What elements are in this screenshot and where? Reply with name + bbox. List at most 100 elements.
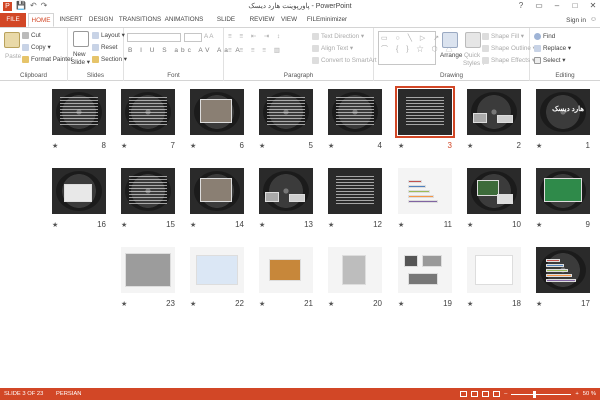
slide-thumbnail[interactable] [259, 247, 313, 293]
align-text-button[interactable]: Align Text ▾ [312, 45, 353, 52]
reset-button[interactable]: Reset [92, 44, 117, 51]
zoom-out-icon[interactable]: – [504, 388, 507, 400]
layout-button[interactable]: Layout ▾ [92, 32, 125, 39]
normal-view-icon[interactable] [460, 391, 468, 397]
transition-star-icon[interactable]: ★ [259, 300, 265, 308]
cut-button[interactable]: Cut [22, 32, 41, 39]
slide-sorter-view-icon[interactable] [471, 391, 479, 397]
slide-thumbnail[interactable] [52, 168, 106, 214]
reading-view-icon[interactable] [482, 391, 490, 397]
transition-star-icon[interactable]: ★ [536, 300, 542, 308]
sign-in-link[interactable]: Sign in [566, 17, 586, 24]
tab-slide-show[interactable]: SLIDE SHOW [207, 13, 245, 37]
text-direction-button[interactable]: Text Direction ▾ [312, 33, 364, 40]
copy-button[interactable]: Copy ▾ [22, 44, 51, 51]
slide-thumbnail[interactable] [395, 86, 455, 138]
close-icon[interactable]: ✕ [588, 1, 598, 10]
transition-star-icon[interactable]: ★ [259, 142, 265, 150]
section-button[interactable]: Section ▾ [92, 56, 127, 63]
transition-star-icon[interactable]: ★ [467, 142, 473, 150]
slide-thumbnail[interactable] [536, 168, 590, 214]
slide-thumbnail[interactable] [190, 247, 244, 293]
format-painter-button[interactable]: Format Painter [22, 56, 73, 63]
quick-styles-button[interactable]: Quick [464, 52, 480, 59]
language-indicator[interactable]: PERSIAN [56, 388, 81, 400]
transition-star-icon[interactable]: ★ [536, 142, 542, 150]
slide-thumbnail[interactable] [398, 247, 452, 293]
transition-star-icon[interactable]: ★ [398, 300, 404, 308]
convert-smartart-button[interactable]: Convert to SmartArt [312, 57, 377, 64]
zoom-level[interactable]: 50 % [583, 388, 596, 400]
slide-thumbnail[interactable] [328, 168, 382, 214]
tab-animations[interactable]: ANIMATIONS [164, 13, 204, 27]
tab-design[interactable]: DESIGN [88, 13, 114, 27]
minimize-icon[interactable]: – [552, 1, 562, 10]
transition-star-icon[interactable]: ★ [467, 221, 473, 229]
arrange-icon[interactable] [442, 32, 458, 48]
transition-star-icon[interactable]: ★ [52, 142, 58, 150]
tab-review[interactable]: REVIEW [249, 13, 275, 27]
ribbon-display-icon[interactable]: ▭ [534, 1, 544, 10]
list-buttons[interactable]: ≡ ≡ ⇤ ⇥ ↕ [228, 33, 283, 40]
transition-star-icon[interactable]: ★ [328, 142, 334, 150]
help-icon[interactable]: ? [516, 1, 526, 10]
new-slide-dropdown[interactable]: Slide ▾ [71, 59, 90, 66]
tab-view[interactable]: VIEW [278, 13, 300, 27]
transition-star-icon[interactable]: ★ [121, 142, 127, 150]
align-buttons[interactable]: ≡ ≡ ≡ ≡ ▥ [228, 47, 283, 54]
transition-star-icon[interactable]: ★ [398, 221, 404, 229]
shapes-gallery[interactable]: ▭ ○ ╲ ▷ ↗ ◇ ⌒ { } ☆ ⬡ △ [378, 31, 453, 65]
slide-thumbnail[interactable] [52, 89, 106, 135]
paste-icon[interactable] [4, 32, 20, 48]
transition-star-icon[interactable]: ★ [190, 300, 196, 308]
slide-thumbnail[interactable] [121, 247, 175, 293]
find-button[interactable]: Find [534, 33, 555, 40]
new-slide-button[interactable]: New [73, 51, 86, 58]
shape-effects-button[interactable]: Shape Effects ▾ [482, 57, 535, 64]
transition-star-icon[interactable]: ★ [121, 300, 127, 308]
slide-thumbnail[interactable] [190, 168, 244, 214]
tab-home[interactable]: HOME [28, 13, 54, 27]
slide-thumbnail[interactable] [328, 89, 382, 135]
slide-thumbnail[interactable] [121, 168, 175, 214]
tab-insert[interactable]: INSERT [58, 13, 84, 27]
transition-star-icon[interactable]: ★ [121, 221, 127, 229]
transition-star-icon[interactable]: ★ [259, 221, 265, 229]
replace-button[interactable]: Replace ▾ [534, 45, 571, 52]
slide-thumbnail[interactable] [328, 247, 382, 293]
slide-thumbnail[interactable] [190, 89, 244, 135]
zoom-in-icon[interactable]: + [575, 388, 578, 400]
transition-star-icon[interactable]: ★ [328, 300, 334, 308]
quick-styles-icon[interactable] [465, 32, 481, 48]
tab-file[interactable]: FILE [0, 13, 26, 27]
arrange-button[interactable]: Arrange [440, 52, 462, 59]
transition-star-icon[interactable]: ★ [398, 142, 404, 150]
font-grow-icon[interactable]: A A [204, 33, 213, 40]
slide-thumbnail[interactable] [259, 168, 313, 214]
paste-button[interactable]: Paste [5, 53, 21, 60]
transition-star-icon[interactable]: ★ [190, 221, 196, 229]
slide-thumbnail[interactable] [467, 168, 521, 214]
slideshow-view-icon[interactable] [493, 391, 501, 397]
new-slide-icon[interactable] [73, 31, 89, 47]
transition-star-icon[interactable]: ★ [328, 221, 334, 229]
slide-thumbnail[interactable] [259, 89, 313, 135]
zoom-slider-thumb[interactable] [533, 390, 537, 398]
zoom-slider[interactable] [511, 390, 572, 398]
slide-thumbnail[interactable] [536, 247, 590, 293]
feedback-icon[interactable]: ☺ [590, 16, 597, 23]
transition-star-icon[interactable]: ★ [52, 221, 58, 229]
slide-thumbnail[interactable]: هارد دیسک [536, 89, 590, 135]
slide-thumbnail[interactable] [467, 247, 521, 293]
slide-thumbnail[interactable] [121, 89, 175, 135]
maximize-icon[interactable]: □ [570, 1, 580, 10]
transition-star-icon[interactable]: ★ [467, 300, 473, 308]
shape-fill-button[interactable]: Shape Fill ▾ [482, 33, 524, 40]
slide-thumbnail[interactable] [398, 168, 452, 214]
font-name-combo[interactable] [127, 33, 181, 42]
transition-star-icon[interactable]: ★ [536, 221, 542, 229]
tab-fileminimizer[interactable]: FILEminimizer [304, 13, 350, 27]
slide-thumbnail[interactable] [467, 89, 521, 135]
transition-star-icon[interactable]: ★ [190, 142, 196, 150]
select-button[interactable]: Select ▾ [534, 57, 565, 64]
